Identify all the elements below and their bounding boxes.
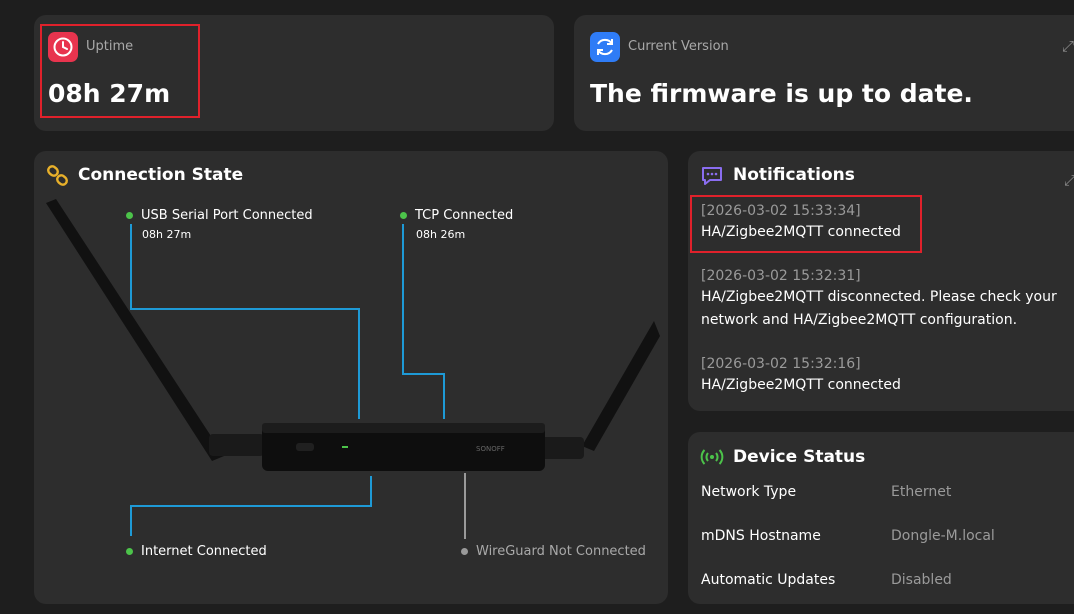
wireguard-status-dot bbox=[461, 548, 468, 555]
refresh-icon bbox=[590, 32, 620, 62]
usb-status-dot bbox=[126, 212, 133, 219]
signal-icon bbox=[700, 447, 724, 467]
expand-icon[interactable]: ⤢ bbox=[1062, 37, 1074, 55]
internet-status-dot bbox=[126, 548, 133, 555]
network-type-key: Network Type bbox=[701, 484, 797, 500]
notifications-card: Notifications ⤢ [2026-03-02 15:33:34] HA… bbox=[688, 151, 1074, 411]
notifications-title: Notifications bbox=[733, 165, 855, 185]
usb-uptime: 08h 27m bbox=[142, 228, 192, 241]
connection-state-card: Connection State SONOFF USB Serial Port … bbox=[34, 151, 668, 604]
notification-time: [2026-03-02 15:32:31] bbox=[701, 268, 861, 284]
notification-time: [2026-03-02 15:32:16] bbox=[701, 356, 861, 372]
uptime-highlight bbox=[40, 24, 200, 118]
automatic-updates-key: Automatic Updates bbox=[701, 572, 836, 588]
usb-status-label: USB Serial Port Connected bbox=[126, 208, 313, 223]
wireguard-status-label: WireGuard Not Connected bbox=[461, 544, 646, 559]
mdns-hostname-key: mDNS Hostname bbox=[701, 528, 821, 544]
version-card: Current Version The firmware is up to da… bbox=[574, 15, 1074, 131]
version-label: Current Version bbox=[628, 39, 729, 54]
tcp-status-label: TCP Connected bbox=[400, 208, 513, 223]
notification-highlight bbox=[690, 195, 922, 253]
tcp-uptime: 08h 26m bbox=[416, 228, 466, 241]
internet-status-label: Internet Connected bbox=[126, 544, 267, 559]
automatic-updates-value: Disabled bbox=[891, 572, 952, 588]
device-status-title: Device Status bbox=[733, 447, 866, 467]
device-status-card: Device Status Network Type Ethernet mDNS… bbox=[688, 432, 1074, 604]
notification-message: HA/Zigbee2MQTT connected bbox=[701, 377, 901, 393]
expand-icon[interactable]: ⤢ bbox=[1064, 171, 1074, 189]
device-brand-text: SONOFF bbox=[476, 445, 505, 453]
mdns-hostname-value: Dongle-M.local bbox=[891, 528, 995, 544]
notification-message: HA/Zigbee2MQTT disconnected. Please chec… bbox=[701, 289, 1057, 328]
notification-item: [2026-03-02 15:32:31] HA/Zigbee2MQTT dis… bbox=[701, 268, 1074, 332]
version-value: The firmware is up to date. bbox=[590, 79, 973, 108]
tcp-status-dot bbox=[400, 212, 407, 219]
chat-icon bbox=[700, 164, 724, 188]
network-type-value: Ethernet bbox=[891, 484, 952, 500]
notification-item: [2026-03-02 15:32:16] HA/Zigbee2MQTT con… bbox=[701, 356, 1074, 397]
